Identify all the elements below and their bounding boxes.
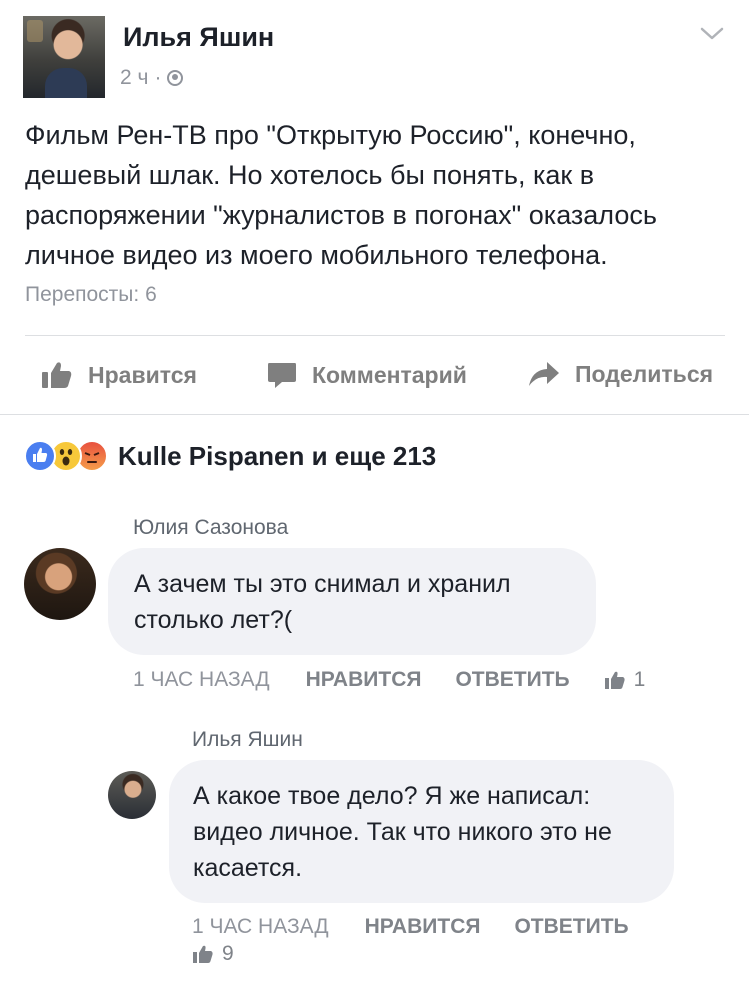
comment-like-count[interactable]: 1 [604, 668, 646, 692]
like-button[interactable]: Нравится [40, 360, 197, 390]
share-label: Поделиться [575, 360, 714, 387]
chevron-down-icon[interactable] [700, 26, 724, 42]
commenter-name[interactable]: Илья Яшин [192, 728, 303, 752]
post-text: Фильм Рен-ТВ про "Открытую Россию", коне… [25, 120, 657, 270]
post-meta: 2 ч · [120, 66, 184, 90]
globe-icon [167, 70, 184, 86]
comment-label: Комментарий [312, 361, 467, 388]
like-label: Нравится [88, 361, 197, 388]
comment-button[interactable]: Комментарий [266, 360, 467, 390]
comment-like-count-row: 9 [192, 942, 234, 966]
share-arrow-icon [529, 362, 559, 386]
like-count-value: 9 [222, 942, 234, 965]
thumbs-up-icon [604, 671, 625, 689]
comment-reply-link[interactable]: ОТВЕТИТЬ [455, 668, 569, 692]
reactions-row[interactable]: Kulle Pispanen и еще 213 [24, 440, 436, 472]
like-count-value: 1 [633, 668, 646, 691]
commenter-name[interactable]: Юлия Сазонова [133, 516, 288, 540]
thumbs-up-icon [193, 945, 213, 963]
commenter-avatar[interactable] [24, 548, 96, 620]
section-divider [0, 414, 749, 415]
comment-text: А зачем ты это снимал и хранил столько л… [134, 570, 511, 634]
comment-time[interactable]: 1 ЧАС НАЗАД [133, 668, 270, 692]
author-avatar[interactable] [23, 16, 105, 98]
share-button[interactable]: Поделиться [527, 360, 713, 388]
comment-meta: 1 ЧАС НАЗАД НРАВИТСЯ ОТВЕТИТЬ [192, 915, 629, 939]
comment-bubble: А зачем ты это снимал и хранил столько л… [108, 548, 596, 655]
comment-like-link[interactable]: НРАВИТСЯ [306, 668, 422, 692]
comment-meta: 1 ЧАС НАЗАД НРАВИТСЯ ОТВЕТИТЬ 1 [133, 668, 645, 692]
comment-reply-link[interactable]: ОТВЕТИТЬ [514, 915, 628, 939]
comment-time[interactable]: 1 ЧАС НАЗАД [192, 915, 329, 939]
reactions-summary[interactable]: Kulle Pispanen и еще 213 [118, 441, 436, 472]
author-name[interactable]: Илья Яшин [123, 22, 274, 53]
comment-like-link[interactable]: НРАВИТСЯ [365, 915, 481, 939]
thumbs-up-icon [42, 362, 72, 388]
comment-like-count[interactable]: 9 [192, 942, 234, 966]
commenter-avatar[interactable] [108, 771, 156, 819]
comment-icon [268, 363, 296, 388]
post-time[interactable]: 2 ч [120, 66, 148, 90]
divider [25, 335, 725, 336]
comment-text: А какое твое дело? Я же написал: видео л… [193, 782, 612, 882]
comment-bubble: А какое твое дело? Я же написал: видео л… [169, 760, 674, 903]
like-reaction-icon [24, 440, 56, 472]
shares-count[interactable]: Перепосты: 6 [25, 283, 157, 307]
meta-separator: · [154, 66, 162, 89]
